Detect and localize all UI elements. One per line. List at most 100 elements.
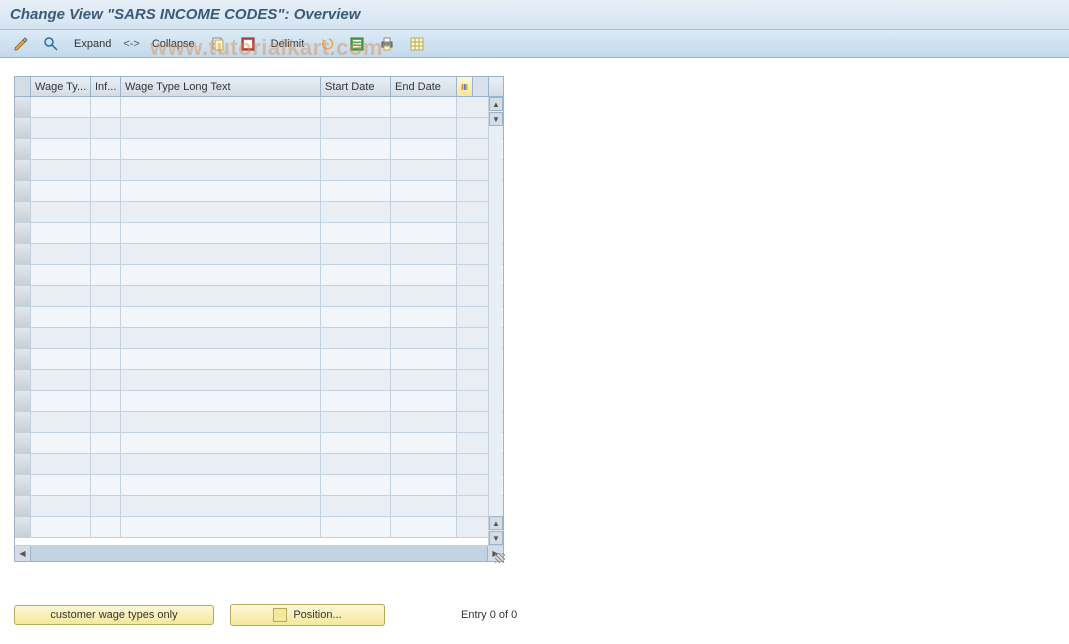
column-infotype[interactable]: Inf... xyxy=(91,77,121,96)
select-all-column[interactable] xyxy=(15,77,31,96)
table-row[interactable] xyxy=(15,118,503,139)
cell-end-date[interactable] xyxy=(391,370,457,390)
cell-end-date[interactable] xyxy=(391,349,457,369)
cell-end-date[interactable] xyxy=(391,433,457,453)
cell-wage-type[interactable] xyxy=(31,517,91,537)
row-selector[interactable] xyxy=(15,454,31,474)
table-row[interactable] xyxy=(15,349,503,370)
scroll-down-bottom-icon[interactable]: ▼ xyxy=(489,531,503,545)
hscroll-thumb[interactable] xyxy=(31,546,487,561)
cell-wage-type[interactable] xyxy=(31,391,91,411)
cell-start-date[interactable] xyxy=(321,244,391,264)
cell-end-date[interactable] xyxy=(391,223,457,243)
cell-infotype[interactable] xyxy=(91,433,121,453)
cell-start-date[interactable] xyxy=(321,223,391,243)
table-row[interactable] xyxy=(15,412,503,433)
cell-infotype[interactable] xyxy=(91,265,121,285)
cell-infotype[interactable] xyxy=(91,181,121,201)
cell-long-text[interactable] xyxy=(121,433,321,453)
scroll-left-icon[interactable]: ◀ xyxy=(15,546,31,561)
cell-end-date[interactable] xyxy=(391,307,457,327)
cell-wage-type[interactable] xyxy=(31,370,91,390)
cell-infotype[interactable] xyxy=(91,307,121,327)
cell-start-date[interactable] xyxy=(321,496,391,516)
cell-end-date[interactable] xyxy=(391,265,457,285)
cell-infotype[interactable] xyxy=(91,223,121,243)
cell-wage-type[interactable] xyxy=(31,349,91,369)
expand-button[interactable]: Expand xyxy=(68,36,117,52)
table-row[interactable] xyxy=(15,97,503,118)
row-selector[interactable] xyxy=(15,370,31,390)
cell-long-text[interactable] xyxy=(121,517,321,537)
cell-end-date[interactable] xyxy=(391,139,457,159)
select-entries-icon[interactable] xyxy=(344,33,370,55)
table-row[interactable] xyxy=(15,181,503,202)
cell-wage-type[interactable] xyxy=(31,181,91,201)
collapse-button[interactable]: Collapse xyxy=(146,36,201,52)
cell-end-date[interactable] xyxy=(391,391,457,411)
cell-start-date[interactable] xyxy=(321,328,391,348)
cell-long-text[interactable] xyxy=(121,139,321,159)
cell-wage-type[interactable] xyxy=(31,496,91,516)
cell-end-date[interactable] xyxy=(391,202,457,222)
other-view-icon[interactable] xyxy=(38,33,64,55)
cell-infotype[interactable] xyxy=(91,370,121,390)
table-row[interactable] xyxy=(15,433,503,454)
cell-wage-type[interactable] xyxy=(31,454,91,474)
cell-infotype[interactable] xyxy=(91,244,121,264)
cell-infotype[interactable] xyxy=(91,454,121,474)
column-start-date[interactable]: Start Date xyxy=(321,77,391,96)
cell-wage-type[interactable] xyxy=(31,433,91,453)
cell-long-text[interactable] xyxy=(121,307,321,327)
table-view-icon[interactable] xyxy=(404,33,430,55)
cell-infotype[interactable] xyxy=(91,496,121,516)
row-selector[interactable] xyxy=(15,181,31,201)
row-selector[interactable] xyxy=(15,139,31,159)
row-selector[interactable] xyxy=(15,517,31,537)
hscroll-track[interactable] xyxy=(31,546,487,561)
cell-start-date[interactable] xyxy=(321,139,391,159)
cell-infotype[interactable] xyxy=(91,118,121,138)
cell-start-date[interactable] xyxy=(321,307,391,327)
table-row[interactable] xyxy=(15,307,503,328)
table-row[interactable] xyxy=(15,160,503,181)
cell-long-text[interactable] xyxy=(121,349,321,369)
customer-wage-types-button[interactable]: customer wage types only xyxy=(14,605,214,625)
horizontal-scrollbar[interactable]: ◀ ▶ xyxy=(15,545,503,561)
position-button[interactable]: Position... xyxy=(230,604,385,626)
row-selector[interactable] xyxy=(15,433,31,453)
cell-infotype[interactable] xyxy=(91,202,121,222)
cell-end-date[interactable] xyxy=(391,97,457,117)
table-row[interactable] xyxy=(15,475,503,496)
cell-end-date[interactable] xyxy=(391,286,457,306)
cell-end-date[interactable] xyxy=(391,475,457,495)
cell-wage-type[interactable] xyxy=(31,412,91,432)
table-row[interactable] xyxy=(15,496,503,517)
row-selector[interactable] xyxy=(15,202,31,222)
row-selector[interactable] xyxy=(15,412,31,432)
cell-end-date[interactable] xyxy=(391,328,457,348)
row-selector[interactable] xyxy=(15,223,31,243)
row-selector[interactable] xyxy=(15,496,31,516)
cell-start-date[interactable] xyxy=(321,454,391,474)
cell-end-date[interactable] xyxy=(391,160,457,180)
cell-wage-type[interactable] xyxy=(31,265,91,285)
cell-start-date[interactable] xyxy=(321,97,391,117)
table-row[interactable] xyxy=(15,454,503,475)
cell-long-text[interactable] xyxy=(121,244,321,264)
cell-start-date[interactable] xyxy=(321,412,391,432)
row-selector[interactable] xyxy=(15,328,31,348)
table-row[interactable] xyxy=(15,370,503,391)
table-row[interactable] xyxy=(15,223,503,244)
cell-start-date[interactable] xyxy=(321,265,391,285)
cell-long-text[interactable] xyxy=(121,181,321,201)
cell-wage-type[interactable] xyxy=(31,307,91,327)
undo-change-icon[interactable] xyxy=(314,33,340,55)
column-end-date[interactable]: End Date xyxy=(391,77,457,96)
row-selector[interactable] xyxy=(15,475,31,495)
cell-wage-type[interactable] xyxy=(31,223,91,243)
table-row[interactable] xyxy=(15,244,503,265)
row-selector[interactable] xyxy=(15,265,31,285)
toggle-change-icon[interactable] xyxy=(8,33,34,55)
cell-long-text[interactable] xyxy=(121,118,321,138)
